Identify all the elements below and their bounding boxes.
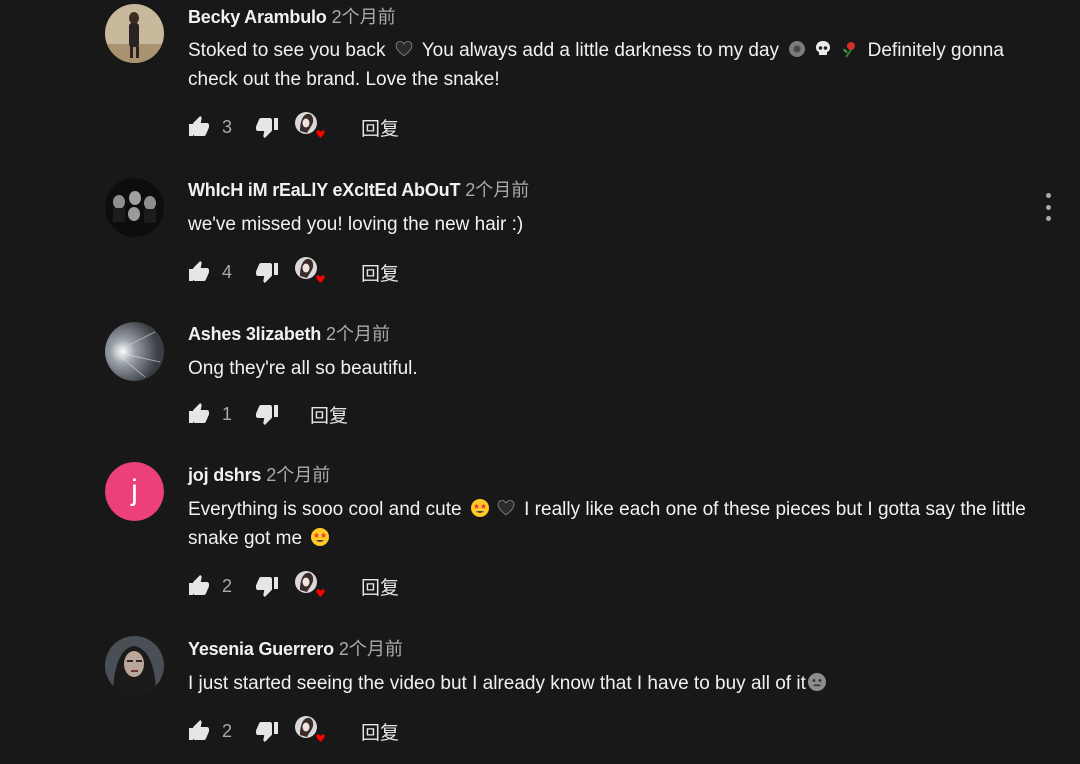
comment-text: Ong they're all so beautiful. (188, 358, 418, 379)
avatar-initial: j (105, 462, 164, 521)
like-count: 4 (222, 261, 233, 282)
star-struck-icon (311, 528, 330, 546)
comment-text-part: I just started seeing the video but I al… (188, 673, 806, 694)
reply-button[interactable]: 回复 (361, 718, 399, 745)
like-count: 1 (222, 403, 233, 424)
comment-actions: 4 回复 (186, 257, 399, 287)
avatar[interactable] (105, 4, 164, 63)
like-count: 3 (222, 116, 233, 137)
thumb-up-icon[interactable] (186, 573, 212, 599)
comments-section: Becky Arambulo 2个月前 Stoked to see you bac… (0, 0, 1080, 764)
thumb-down-icon[interactable] (254, 114, 280, 140)
thumb-up-icon[interactable] (186, 718, 212, 744)
comment-timestamp[interactable]: 2个月前 (465, 180, 529, 200)
author-name[interactable]: WhIcH iM rEaLlY eXcItEd AbOuT (188, 180, 460, 200)
creator-heart-icon (294, 256, 328, 288)
thumb-down-icon[interactable] (254, 573, 280, 599)
thumb-up-icon[interactable] (186, 114, 212, 140)
comment-text-part: Stoked to see you back (188, 40, 386, 61)
more-vert-icon[interactable] (1040, 193, 1056, 221)
comment-text-part: You always add a little darkness to my d… (421, 40, 780, 61)
thumb-up-icon[interactable] (186, 401, 212, 427)
avatar[interactable] (105, 322, 164, 381)
rose-icon (843, 42, 856, 58)
skull-icon (816, 41, 831, 55)
comment-text: I just started seeing the video but I al… (188, 669, 1028, 698)
thumb-down-icon[interactable] (254, 401, 280, 427)
thumb-down-icon[interactable] (254, 259, 280, 285)
avatar[interactable]: j (105, 462, 164, 521)
avatar[interactable] (105, 636, 164, 695)
star-struck-icon (470, 499, 489, 517)
comment-timestamp[interactable]: 2个月前 (326, 324, 390, 344)
gear-emoji-icon (789, 41, 806, 57)
like-count: 2 (222, 720, 233, 741)
creator-heart-icon (294, 111, 328, 143)
reply-button[interactable]: 回复 (310, 401, 348, 428)
author-name[interactable]: Ashes 3lizabeth (188, 324, 321, 344)
creator-heart-icon (294, 715, 328, 747)
comment-actions: 2 回复 (186, 571, 399, 601)
comment-actions: 1 回复 (186, 399, 348, 429)
comment-text: we've missed you! loving the new hair :) (188, 214, 524, 235)
black-heart-icon (395, 41, 413, 57)
comment-text: Stoked to see you back You always add a … (188, 36, 1028, 94)
thumb-up-icon[interactable] (186, 259, 212, 285)
thumb-down-icon[interactable] (254, 718, 280, 744)
comment-header: WhIcH iM rEaLlY eXcItEd AbOuT 2个月前 (188, 178, 529, 202)
reply-button[interactable]: 回复 (361, 259, 399, 286)
comment-actions: 2 回复 (186, 716, 399, 746)
author-name[interactable]: joj dshrs (188, 465, 261, 485)
comment-actions: 3 回复 (186, 112, 399, 142)
black-heart-icon (497, 500, 515, 516)
face-emoji-icon (807, 673, 826, 691)
comment-timestamp[interactable]: 2个月前 (339, 639, 403, 659)
creator-heart-icon (294, 570, 328, 602)
comment-timestamp[interactable]: 2个月前 (332, 7, 396, 27)
like-count: 2 (222, 575, 233, 596)
comment-header: joj dshrs 2个月前 (188, 463, 330, 487)
comment-text: Everything is sooo cool and cute I reall… (188, 495, 1028, 553)
author-name[interactable]: Becky Arambulo (188, 7, 327, 27)
comment-text-part: Everything is sooo cool and cute (188, 499, 462, 520)
author-name[interactable]: Yesenia Guerrero (188, 639, 334, 659)
comment-timestamp[interactable]: 2个月前 (266, 465, 330, 485)
comment-header: Ashes 3lizabeth 2个月前 (188, 322, 390, 346)
avatar[interactable] (105, 178, 164, 237)
comment-header: Yesenia Guerrero 2个月前 (188, 637, 403, 661)
reply-button[interactable]: 回复 (361, 114, 399, 141)
reply-button[interactable]: 回复 (361, 573, 399, 600)
comment-header: Becky Arambulo 2个月前 (188, 5, 396, 29)
